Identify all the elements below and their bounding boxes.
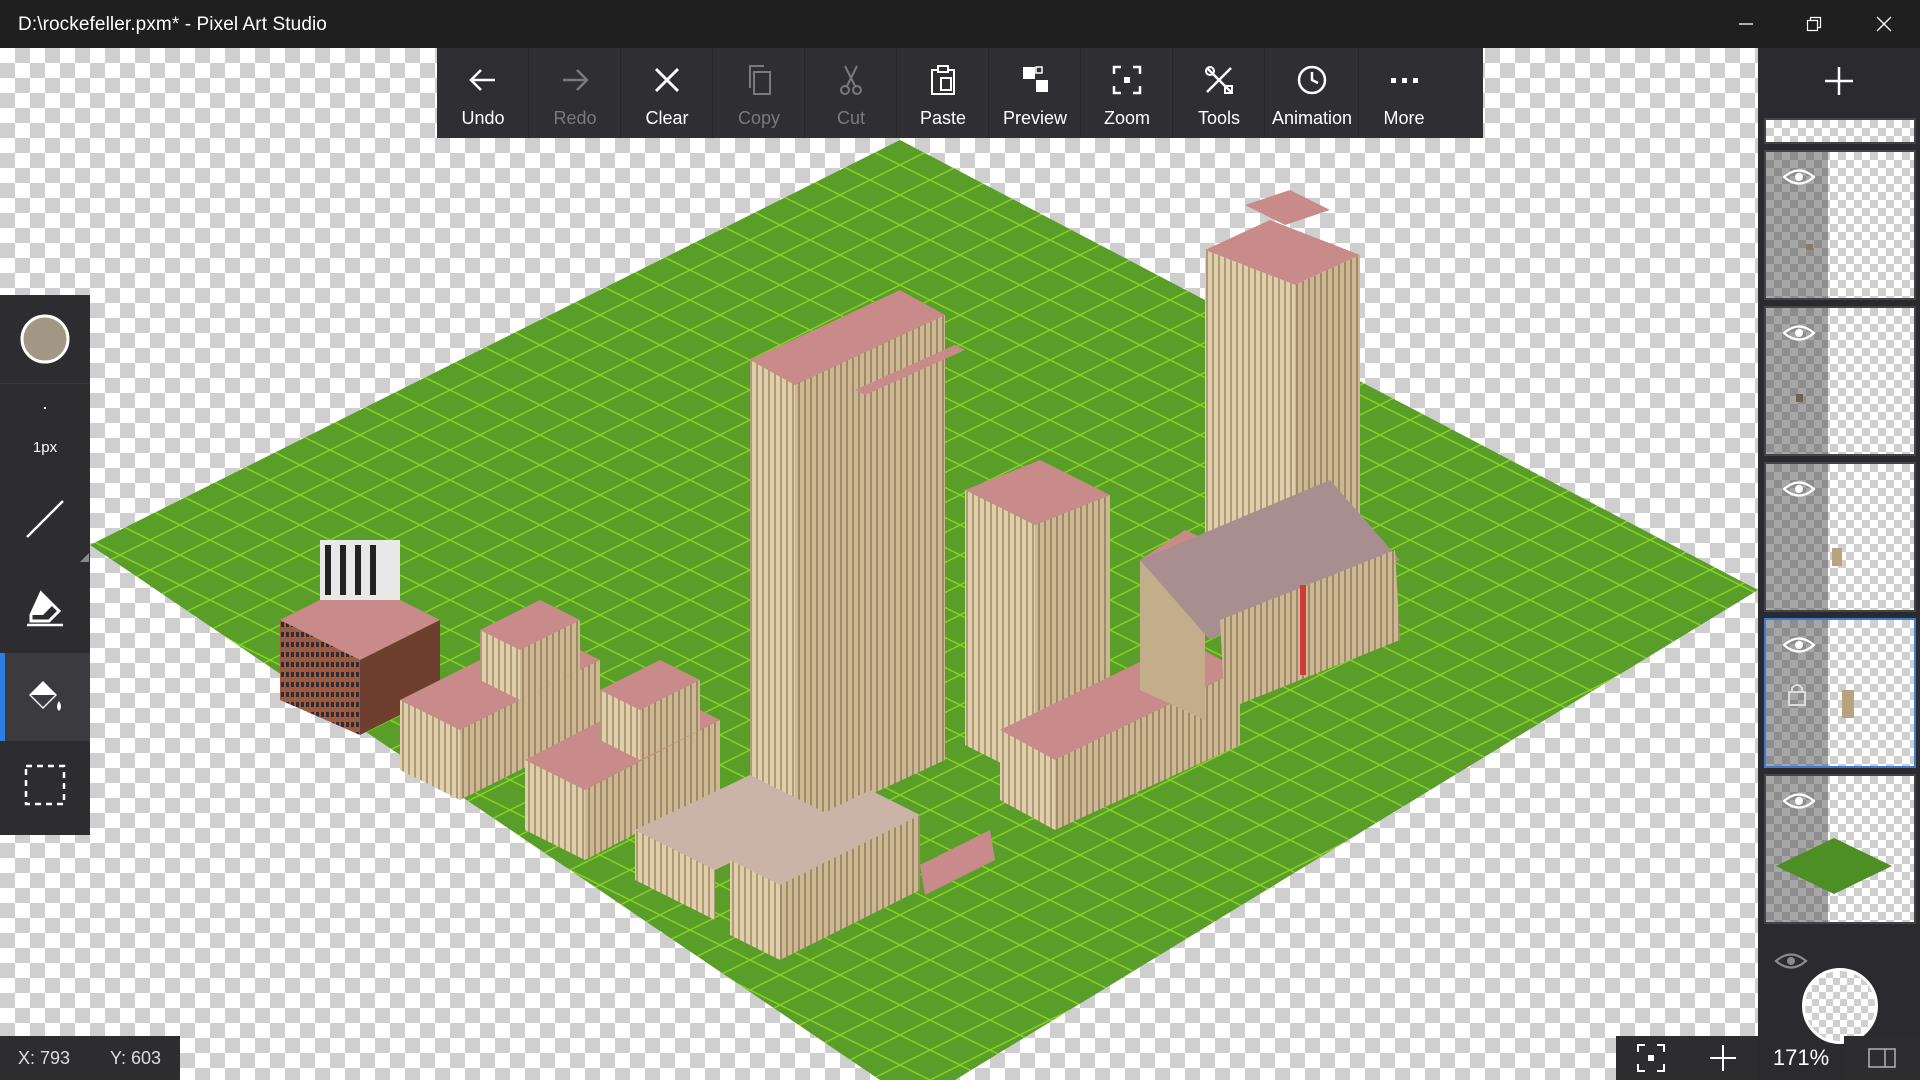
preview-label: Preview [1002, 108, 1068, 128]
zoom-label: Zoom [1103, 108, 1150, 128]
submenu-indicator-icon [80, 553, 89, 562]
color-swatch-icon [20, 314, 70, 364]
layer-thumbnail [1832, 548, 1842, 566]
isometric-artwork [90, 140, 1758, 1080]
line-tool-icon [26, 500, 64, 538]
eye-icon[interactable] [1782, 634, 1816, 656]
fit-screen-icon [1637, 1044, 1665, 1072]
cut-label: Cut [836, 108, 865, 128]
brush-dot-icon [44, 406, 46, 409]
copy-label: Copy [737, 108, 781, 128]
restore-button[interactable] [1780, 0, 1848, 48]
redo-label: Redo [553, 108, 597, 128]
coordinate-status: X: 793 Y: 603 [0, 1036, 180, 1080]
eye-icon[interactable] [1782, 166, 1816, 188]
minimize-icon [1739, 23, 1753, 25]
eye-icon[interactable] [1782, 322, 1816, 344]
background-color-button[interactable] [1802, 968, 1878, 1044]
brush-size-label: 1px [32, 438, 58, 456]
layer-thumbnail [1842, 690, 1854, 718]
zoom-frame-icon [1112, 65, 1142, 95]
preview-icon [1023, 66, 1048, 92]
eraser-icon [27, 590, 63, 627]
eye-icon[interactable] [1774, 950, 1808, 972]
layer-thumbnail [1796, 394, 1803, 402]
layers-panel [1758, 48, 1920, 1080]
undo-button[interactable]: Undo [437, 48, 529, 138]
clock-icon [1297, 65, 1327, 95]
cursor-y: Y: 603 [110, 1048, 162, 1068]
redo-button[interactable]: Redo [529, 48, 621, 138]
cursor-x: X: 793 [18, 1048, 71, 1068]
panel-toggle-icon [1868, 1048, 1896, 1068]
paste-label: Paste [919, 108, 967, 128]
more-label: More [1383, 108, 1425, 128]
title-bar: D:\rockefeller.pxm* - Pixel Art Studio [0, 0, 1920, 48]
drawing-canvas[interactable] [0, 48, 1758, 1080]
clear-button[interactable]: Clear [621, 48, 713, 138]
ellipsis-icon [1391, 78, 1418, 83]
paste-button[interactable]: Paste [897, 48, 989, 138]
arrow-right-icon [563, 69, 589, 91]
scissors-icon [840, 65, 862, 95]
brush-size-button[interactable]: 1px [0, 385, 90, 473]
eye-icon[interactable] [1782, 790, 1816, 812]
zoom-button[interactable]: Zoom [1081, 48, 1173, 138]
tools-button[interactable]: Tools [1173, 48, 1265, 138]
fill-tool-button[interactable] [0, 653, 90, 741]
layer-item-active[interactable] [1764, 618, 1916, 768]
undo-label: Undo [461, 108, 505, 128]
selection-icon [24, 764, 66, 806]
fill-bucket-icon [29, 681, 61, 711]
left-tool-panel: 1px [0, 295, 90, 835]
x-icon [654, 67, 680, 93]
color-picker-button[interactable] [0, 295, 90, 383]
more-button[interactable]: More [1359, 48, 1449, 138]
fit-to-screen-button[interactable] [1616, 1036, 1686, 1080]
arrow-left-icon [469, 69, 495, 91]
layer-thumbnail [1806, 244, 1813, 250]
copy-icon [749, 65, 771, 95]
main-toolbar: Undo Redo Clear Copy Cut Paste Preview Z… [437, 48, 1483, 138]
close-button[interactable] [1850, 0, 1918, 48]
layer-item[interactable] [1764, 306, 1916, 456]
line-tool-button[interactable] [0, 475, 90, 563]
animation-button[interactable]: Animation [1265, 48, 1359, 138]
add-layer-button[interactable] [1758, 48, 1920, 114]
eraser-tool-button[interactable] [0, 563, 90, 651]
tools-icon [1205, 66, 1233, 94]
lock-icon[interactable] [1786, 682, 1808, 708]
zoom-in-button[interactable] [1688, 1036, 1758, 1080]
window-title: D:\rockefeller.pxm* - Pixel Art Studio [18, 14, 327, 35]
clipboard-icon [931, 65, 955, 95]
cut-button[interactable]: Cut [805, 48, 897, 138]
eye-icon[interactable] [1782, 478, 1816, 500]
plus-icon [1825, 67, 1853, 95]
layer-item[interactable] [1764, 150, 1916, 300]
layer-options-button[interactable] [1844, 1036, 1920, 1080]
minimize-button[interactable] [1712, 0, 1780, 48]
plus-icon [1710, 1045, 1736, 1071]
close-icon [1876, 16, 1892, 32]
layer-item-partial[interactable] [1764, 118, 1916, 144]
layer-item[interactable] [1764, 462, 1916, 612]
clear-label: Clear [645, 108, 689, 128]
preview-button[interactable]: Preview [989, 48, 1081, 138]
zoom-controls [1616, 1036, 1758, 1080]
zoom-level[interactable]: 171% [1758, 1036, 1844, 1080]
layer-thumbnail [1776, 838, 1892, 894]
animation-label: Animation [1271, 108, 1353, 128]
restore-icon [1806, 16, 1822, 32]
tools-label: Tools [1197, 108, 1241, 128]
selection-tool-button[interactable] [0, 741, 90, 829]
layer-item[interactable] [1764, 774, 1916, 924]
copy-button[interactable]: Copy [713, 48, 805, 138]
